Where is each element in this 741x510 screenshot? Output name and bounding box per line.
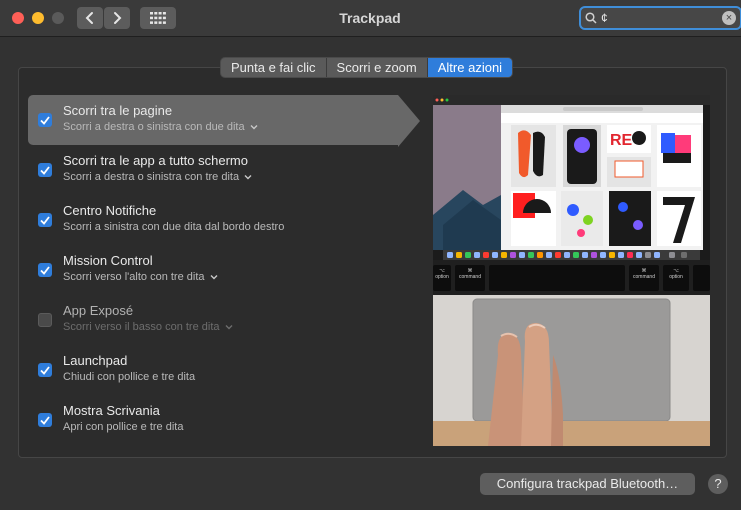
- chevron-right-icon: [114, 12, 122, 24]
- checkmark-icon: [40, 265, 50, 275]
- option-mission-control[interactable]: Mission Control Scorri verso l'alto con …: [28, 245, 398, 295]
- option-launchpad[interactable]: Launchpad Chiudi con pollice e tre dita: [28, 345, 398, 395]
- option-subtitle: Scorri a destra o sinistra con tre dita: [63, 171, 240, 183]
- option-scorri-pagine[interactable]: Scorri tra le pagine Scorri a destra o s…: [28, 95, 398, 145]
- key-command-left: ⌘ command: [459, 268, 481, 280]
- checkmark-icon: [40, 115, 50, 125]
- tab-scorri-e-zoom[interactable]: Scorri e zoom: [327, 58, 428, 77]
- checkbox[interactable]: [38, 213, 52, 227]
- chevron-down-icon: [244, 174, 252, 180]
- minimize-window-button[interactable]: [32, 12, 44, 24]
- title-bar: Trackpad ¢ ×: [0, 0, 741, 37]
- checkmark-icon: [40, 215, 50, 225]
- option-subtitle: Scorri a sinistra con due dita dal bordo…: [63, 221, 285, 233]
- checkbox[interactable]: [38, 113, 52, 127]
- zoom-window-button[interactable]: [52, 12, 64, 24]
- option-subtitle: Scorri verso il basso con tre dita: [63, 321, 220, 333]
- option-app-expose[interactable]: App Exposé Scorri verso il basso con tre…: [28, 295, 398, 345]
- checkmark-icon: [40, 165, 50, 175]
- key-command-right: ⌘ command: [633, 268, 655, 280]
- key-option-right: ⌥ option: [669, 268, 683, 280]
- chevron-down-icon: [250, 124, 258, 130]
- tab-altre-azioni[interactable]: Altre azioni: [427, 58, 513, 77]
- option-app-tutto-schermo[interactable]: Scorri tra le app a tutto schermo Scorri…: [28, 145, 398, 195]
- search-field[interactable]: ¢ ×: [579, 6, 741, 30]
- option-subtitle-dropdown[interactable]: Scorri a destra o sinistra con tre dita: [63, 171, 252, 183]
- option-title: App Exposé: [63, 303, 134, 318]
- search-icon: [585, 12, 597, 24]
- clear-search-icon[interactable]: ×: [722, 11, 736, 25]
- checkmark-icon: [40, 415, 50, 425]
- option-title: Centro Notifiche: [63, 203, 157, 218]
- checkbox[interactable]: [38, 263, 52, 277]
- option-title: Scorri tra le pagine: [63, 103, 173, 118]
- help-button[interactable]: ?: [708, 474, 728, 494]
- window-title: Trackpad: [339, 10, 401, 26]
- option-title: Mission Control: [63, 253, 153, 268]
- tab-bar: Punta e fai clic Scorri e zoom Altre azi…: [220, 57, 514, 78]
- svg-text:RE: RE: [610, 132, 633, 149]
- option-subtitle-dropdown[interactable]: Scorri a destra o sinistra con due dita: [63, 121, 258, 133]
- search-input[interactable]: ¢: [601, 11, 608, 25]
- checkbox[interactable]: [38, 363, 52, 377]
- chevron-down-icon: [225, 324, 233, 330]
- option-subtitle: Scorri verso l'alto con tre dita: [63, 271, 205, 283]
- option-subtitle-dropdown[interactable]: Scorri verso l'alto con tre dita: [63, 271, 218, 283]
- chevron-left-icon: [85, 12, 93, 24]
- key-option-left: ⌥ option: [435, 268, 449, 280]
- checkmark-icon: [40, 365, 50, 375]
- selection-arrow: [398, 95, 420, 147]
- forward-button[interactable]: [104, 7, 130, 29]
- tab-punta-e-fai-clic[interactable]: Punta e fai clic: [221, 58, 327, 77]
- gesture-preview-video: RE ⌥ option ⌘ command ⌘ command ⌥ option: [433, 95, 710, 446]
- option-mostra-scrivania[interactable]: Mostra Scrivania Apri con pollice e tre …: [28, 395, 398, 445]
- option-subtitle: Chiudi con pollice e tre dita: [63, 371, 196, 383]
- checkbox[interactable]: [38, 413, 52, 427]
- option-centro-notifiche[interactable]: Centro Notifiche Scorri a sinistra con d…: [28, 195, 398, 245]
- option-title: Mostra Scrivania: [63, 403, 160, 418]
- option-subtitle-dropdown: Scorri verso il basso con tre dita: [63, 321, 233, 333]
- checkbox[interactable]: [38, 163, 52, 177]
- close-window-button[interactable]: [12, 12, 24, 24]
- option-subtitle: Scorri a destra o sinistra con due dita: [63, 121, 245, 133]
- chevron-down-icon: [210, 274, 218, 280]
- show-all-button[interactable]: [140, 7, 176, 29]
- configure-bluetooth-trackpad-button[interactable]: Configura trackpad Bluetooth…: [480, 473, 695, 495]
- option-title: Launchpad: [63, 353, 128, 368]
- grid-icon: [150, 12, 166, 24]
- option-title: Scorri tra le app a tutto schermo: [63, 153, 248, 168]
- back-button[interactable]: [77, 7, 103, 29]
- option-subtitle: Apri con pollice e tre dita: [63, 421, 184, 433]
- checkbox[interactable]: [38, 313, 52, 327]
